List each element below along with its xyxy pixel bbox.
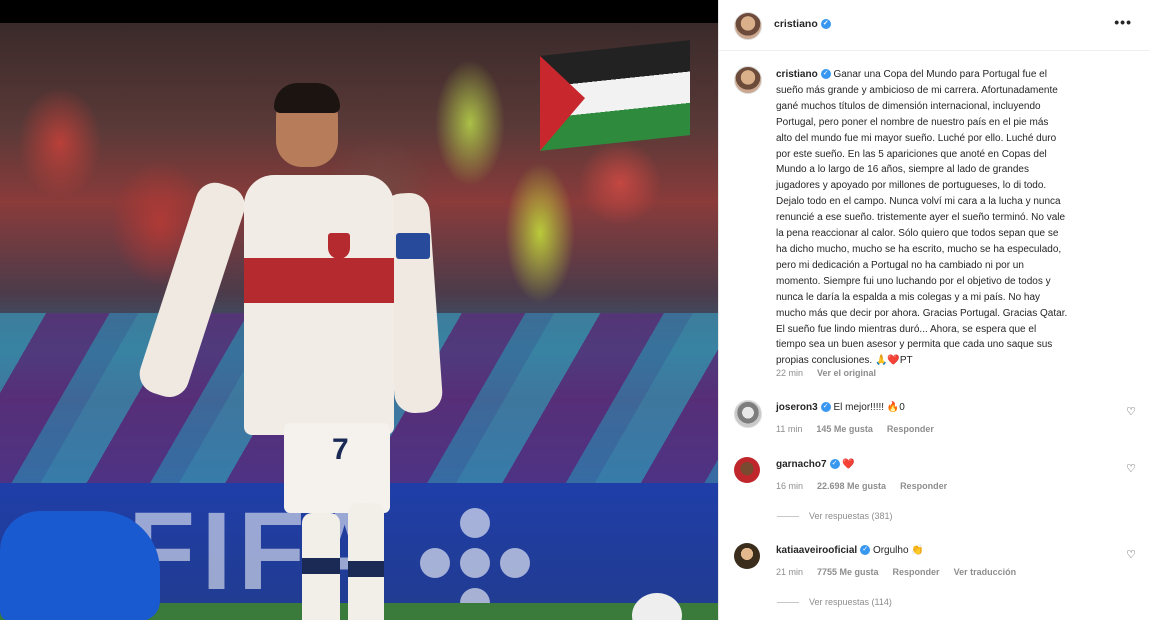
caption-line: por este sueño. En las 5 apariciones que… [776, 148, 1047, 160]
view-replies-text[interactable]: Ver respuestas (381) [809, 511, 893, 521]
caption-line: Mundo a lo largo de 16 años, siempre al … [776, 164, 1029, 176]
comment-username[interactable]: garnacho7 [776, 459, 827, 470]
header-username-text[interactable]: cristiano [774, 18, 818, 30]
post-header: cristiano ✓ ••• [719, 0, 1149, 51]
verified-badge-icon: ✓ [829, 459, 840, 470]
caption-line: tiempo sea un buen asesor y permita que … [776, 339, 1053, 351]
caption-line: Dejalo todo en el campo. Nunca volví mi … [776, 196, 1061, 208]
player-left-sock [302, 558, 340, 574]
verified-badge-icon: ✓ [820, 19, 831, 30]
heart-icon[interactable]: ♡ [1126, 405, 1136, 418]
reply-button[interactable]: Responder [893, 567, 940, 577]
caption-line: Ganar una Copa del Mundo para Portugal f… [833, 69, 1047, 80]
reply-button[interactable]: Responder [900, 481, 947, 491]
caption-line: pero mi dedicación a Portugal no ha camb… [776, 259, 1024, 271]
reply-button[interactable]: Responder [887, 424, 934, 434]
comment-meta: 11 min 145 Me gusta Responder [776, 424, 948, 434]
view-replies-text[interactable]: Ver respuestas (114) [809, 597, 892, 607]
verified-badge-icon: ✓ [860, 545, 871, 556]
comment-likes[interactable]: 22.698 Me gusta [817, 481, 886, 491]
heart-icon[interactable]: ♡ [1126, 462, 1136, 475]
header-username[interactable]: cristiano ✓ [774, 18, 831, 30]
author-avatar[interactable] [734, 12, 762, 40]
comment-likes[interactable]: 7755 Me gusta [817, 567, 879, 577]
post-caption: cristiano ✓ Ganar una Copa del Mundo para… [776, 67, 1116, 369]
caption-line: sueño más grande y ambicioso de mi carre… [776, 84, 1058, 96]
comment-avatar[interactable] [734, 543, 760, 569]
caption-line: El sueño fue lindo mientras duró... Ahor… [776, 323, 1037, 335]
comment-text-row: katiaaveirooficial ✓ Orgulho 👏 [776, 545, 924, 556]
more-options-icon[interactable]: ••• [1114, 14, 1132, 30]
caption-line: propias conclusiones. 🙏❤️PT [776, 355, 913, 367]
player-shirt-band [244, 258, 394, 303]
comment-time: 21 min [776, 567, 804, 577]
verified-badge-icon: ✓ [820, 402, 831, 413]
post-media-container: FIFA 7 [0, 0, 718, 620]
caption-line: jugadores y apoyado por millones de port… [776, 180, 1047, 192]
comment-time: 16 min [776, 481, 804, 491]
comment-text-row: garnacho7 ✓ ❤️ [776, 459, 855, 470]
goalkeeper-figure [0, 511, 160, 620]
caption-line: nunca le daría la espalda a mis colegas … [776, 291, 1041, 303]
see-original-link[interactable]: Ver el original [817, 368, 876, 378]
post-photo[interactable]: FIFA 7 [0, 23, 718, 620]
portugal-crest [328, 233, 350, 259]
comment-avatar[interactable] [734, 457, 760, 483]
shorts-number: 7 [332, 433, 349, 466]
verified-badge-icon: ✓ [820, 69, 831, 80]
view-replies-link[interactable]: Ver respuestas (381) [777, 511, 893, 521]
view-replies-link[interactable]: Ver respuestas (114) [777, 597, 892, 607]
comment-meta: 16 min 22.698 Me gusta Responder [776, 481, 961, 491]
comment-username[interactable]: katiaaveirooficial [776, 545, 857, 556]
comment-avatar[interactable] [734, 400, 762, 428]
caption-meta: 22 min Ver el original [776, 368, 890, 378]
caption-line: la pena reaccionar al calor. Sólo quiero… [776, 228, 1059, 240]
comment-likes[interactable]: 145 Me gusta [816, 424, 873, 434]
comment-text: El mejor!!!!! 🔥0 [833, 402, 905, 413]
caption-line: ha dicho mucho, mucho se ha escrito, muc… [776, 243, 1062, 255]
post-side-panel: cristiano ✓ ••• cristiano ✓ Ganar una Copa… [718, 0, 1149, 620]
replies-divider [777, 516, 799, 518]
caption-time: 22 min [776, 368, 804, 378]
comment-text: ❤️ [842, 459, 855, 470]
caption-line: renuncié a ese sueño. tristemente ayer e… [776, 212, 1066, 224]
see-translation-link[interactable]: Ver traducción [954, 567, 1017, 577]
player-figure: 7 [134, 83, 446, 620]
palestine-flag [540, 40, 690, 151]
replies-divider [777, 602, 799, 604]
caption-line: mucho más que decir por ahora. Gracias P… [776, 307, 1068, 319]
heart-icon[interactable]: ♡ [1126, 548, 1136, 561]
player-hair [274, 83, 340, 113]
captain-armband [396, 233, 430, 259]
caption-line: momento. Siempre fui uno luchando por el… [776, 275, 1051, 287]
comment-text-row: joseron3 ✓ El mejor!!!!! 🔥0 [776, 402, 905, 413]
caption-username[interactable]: cristiano [776, 69, 818, 80]
caption-line: Portugal, pero poner el nombre de nuestr… [776, 116, 1049, 128]
caption-line: gané muchos títulos de dimensión interna… [776, 100, 1041, 112]
player-shirt [244, 175, 394, 435]
comment-username[interactable]: joseron3 [776, 402, 818, 413]
player-right-sock [348, 561, 384, 577]
comment-text: Orgulho 👏 [872, 545, 924, 556]
comment-time: 11 min [776, 424, 803, 434]
caption-author-avatar[interactable] [734, 66, 762, 94]
comment-meta: 21 min 7755 Me gusta Responder Ver traducci… [776, 567, 1030, 577]
caption-line: alto del mundo fue mi mayor sueño. Luché… [776, 132, 1057, 144]
